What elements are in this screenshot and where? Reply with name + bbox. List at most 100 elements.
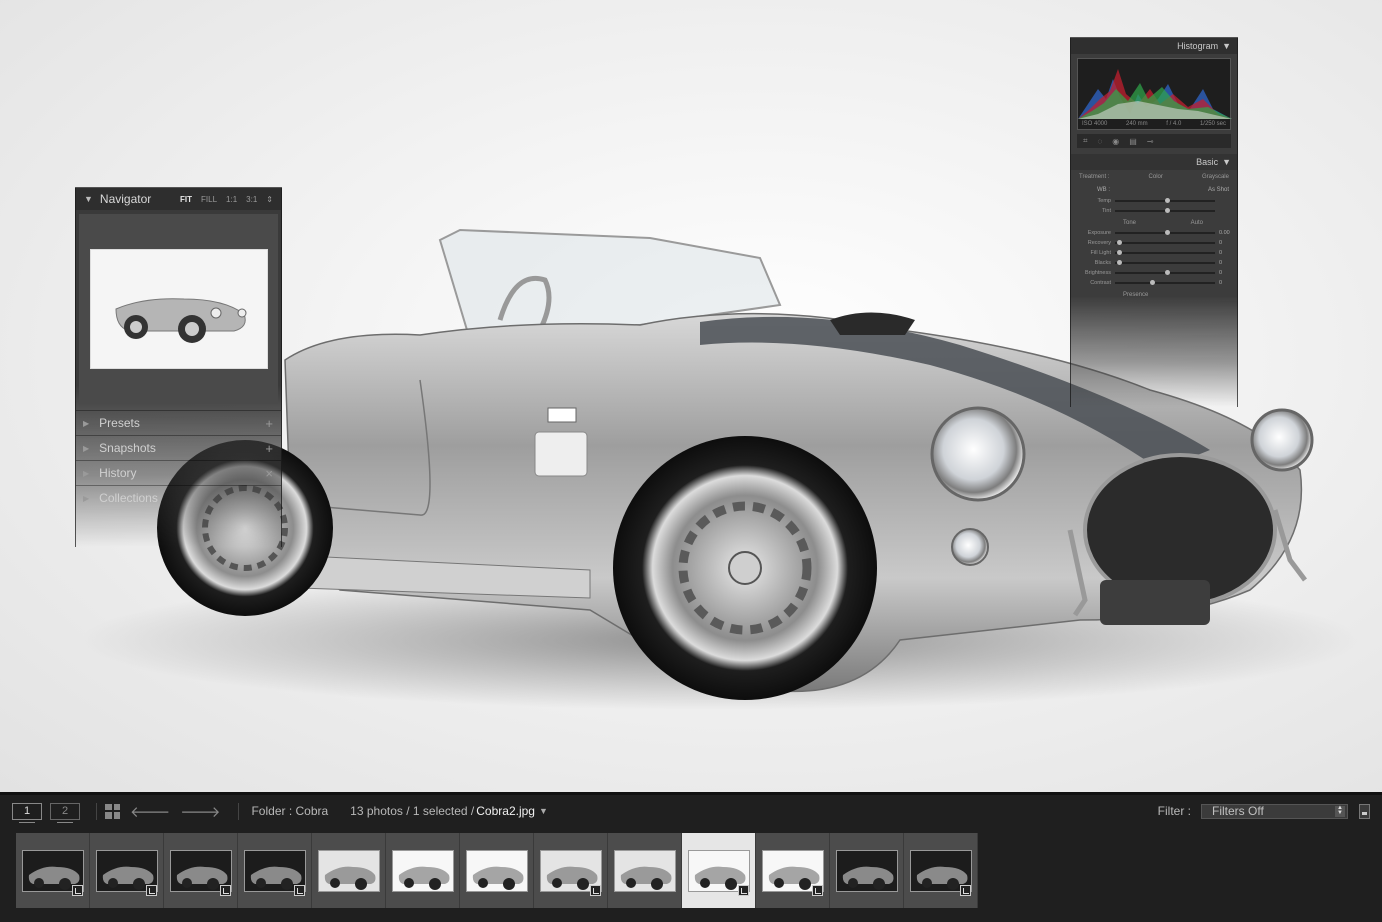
navigator-header[interactable]: ▼ Navigator FIT FILL 1:1 3:1 ⇕: [76, 188, 281, 210]
collapse-triangle-icon[interactable]: ▼: [1222, 157, 1231, 167]
slider-track[interactable]: [1115, 260, 1215, 265]
section-snapshots[interactable]: ▶ Snapshots +: [76, 435, 281, 460]
section-history[interactable]: ▶ History ×: [76, 460, 281, 485]
slider-value[interactable]: 0.00: [1219, 230, 1230, 236]
filmstrip-cell[interactable]: [90, 833, 164, 908]
filmstrip-cell[interactable]: [830, 833, 904, 908]
slider-track[interactable]: [1115, 250, 1215, 255]
slider-track[interactable]: [1115, 230, 1215, 235]
filmstrip-cell[interactable]: [904, 833, 978, 908]
slider-knob[interactable]: [1117, 260, 1122, 265]
filmstrip-toggle-button[interactable]: [1359, 803, 1370, 819]
treatment-color[interactable]: Color: [1149, 174, 1163, 180]
filmstrip-cell[interactable]: [386, 833, 460, 908]
slider-label: Tint: [1102, 208, 1111, 214]
slider-track[interactable]: [1115, 208, 1215, 213]
thumbnail-image: [472, 866, 523, 890]
graduated-filter-icon[interactable]: ▤: [1129, 137, 1137, 146]
exif-info: ISO 4000 240 mm f / 4.0 1/250 sec: [1082, 121, 1226, 127]
presence-row: Presence: [1071, 288, 1237, 300]
spot-removal-icon[interactable]: ◌: [1098, 137, 1103, 146]
slider-track[interactable]: [1115, 280, 1215, 285]
filmstrip-cell[interactable]: [682, 833, 756, 908]
filmstrip-cell[interactable]: [608, 833, 682, 908]
photo-thumbnail[interactable]: [465, 849, 528, 892]
slider-row: Contrast 0: [1071, 278, 1237, 288]
slider-knob[interactable]: [1117, 250, 1122, 255]
slider-value[interactable]: 0: [1219, 250, 1229, 256]
filename-dropdown-icon[interactable]: ▼: [539, 806, 548, 816]
auto-tone-button[interactable]: Auto: [1191, 220, 1203, 226]
back-arrow-icon[interactable]: 🡐: [130, 802, 170, 821]
slider-track[interactable]: [1115, 198, 1215, 203]
primary-display-button[interactable]: 1: [12, 802, 42, 823]
photo-thumbnail[interactable]: [391, 849, 454, 892]
filmstrip-cell[interactable]: [460, 833, 534, 908]
slider-value[interactable]: 0: [1219, 280, 1229, 286]
crop-tool-icon[interactable]: ⌗: [1083, 136, 1088, 146]
slider-knob[interactable]: [1150, 280, 1155, 285]
presence-label: Presence: [1123, 292, 1149, 298]
histogram-header[interactable]: Histogram ▼: [1071, 38, 1237, 54]
histogram: ISO 4000 240 mm f / 4.0 1/250 sec: [1077, 58, 1232, 130]
photo-thumbnail[interactable]: [317, 849, 380, 892]
zoom-stepper-icon[interactable]: ⇕: [266, 195, 273, 204]
slider-row: Brightness 0: [1071, 268, 1237, 278]
secondary-display-button[interactable]: 2: [50, 802, 80, 823]
filmstrip-cell[interactable]: [16, 833, 90, 908]
section-presets[interactable]: ▶ Presets +: [76, 410, 281, 435]
slider-row: Temp: [1071, 196, 1237, 206]
focal-length: 240 mm: [1125, 121, 1148, 127]
navigator-preview-area[interactable]: [79, 214, 278, 404]
slider-track[interactable]: [1115, 270, 1215, 275]
zoom-fit[interactable]: FIT: [180, 195, 192, 204]
forward-arrow-icon[interactable]: 🡒: [180, 802, 220, 821]
slider-knob[interactable]: [1165, 270, 1170, 275]
photo-thumbnail[interactable]: [835, 849, 898, 892]
tone-row: Tone Auto: [1071, 216, 1237, 228]
zoom-3-1[interactable]: 3:1: [246, 195, 257, 204]
basic-header[interactable]: Basic ▼: [1071, 154, 1237, 170]
add-preset-icon[interactable]: +: [265, 416, 273, 431]
filmstrip-cell[interactable]: [312, 833, 386, 908]
slider-label: Temp: [1097, 198, 1111, 204]
wb-select[interactable]: As Shot: [1208, 187, 1229, 193]
develop-settings-badge-icon: [72, 885, 83, 896]
tone-label: Tone: [1123, 220, 1137, 226]
selected-filename[interactable]: Cobra2.jpg: [476, 804, 535, 818]
select-stepper-icon: ▲ ▼: [1335, 805, 1345, 817]
slider-label: Blacks: [1094, 260, 1111, 266]
slider-value[interactable]: 0: [1219, 270, 1229, 276]
filmstrip-cell[interactable]: [534, 833, 608, 908]
filter-select[interactable]: Filters Off ▲ ▼: [1201, 803, 1348, 819]
treatment-grayscale[interactable]: Grayscale: [1202, 174, 1229, 180]
slider-knob[interactable]: [1117, 240, 1122, 245]
slider-track[interactable]: [1115, 240, 1215, 245]
clear-history-icon[interactable]: ×: [265, 466, 273, 481]
slider-knob[interactable]: [1165, 198, 1170, 203]
develop-settings-badge-icon: [146, 885, 157, 896]
navigator-preview[interactable]: [89, 249, 268, 369]
folder-label[interactable]: Folder : Cobra: [251, 804, 328, 818]
slider-row: Recovery 0: [1071, 238, 1237, 248]
section-collections[interactable]: ▶ Collections: [76, 485, 281, 510]
photo-thumbnail[interactable]: [613, 849, 676, 892]
add-snapshot-icon[interactable]: +: [265, 441, 273, 456]
filmstrip-cell[interactable]: [756, 833, 830, 908]
red-eye-icon[interactable]: ◉: [1112, 137, 1119, 146]
slider-knob[interactable]: [1165, 208, 1170, 213]
filmstrip-cell[interactable]: [238, 833, 312, 908]
section-label: History: [99, 466, 137, 480]
grid-view-icon[interactable]: [105, 803, 120, 819]
slider-knob[interactable]: [1165, 230, 1170, 235]
expand-triangle-icon: ▶: [83, 493, 90, 503]
collapse-triangle-icon[interactable]: ▼: [1222, 41, 1231, 51]
collapse-triangle-icon[interactable]: ▼: [84, 194, 93, 204]
zoom-fill[interactable]: FILL: [201, 195, 217, 204]
filmstrip-cell[interactable]: [164, 833, 238, 908]
zoom-1-1[interactable]: 1:1: [226, 195, 237, 204]
slider-value[interactable]: 0: [1219, 260, 1229, 266]
adjustment-brush-icon[interactable]: ⊸: [1147, 137, 1154, 146]
histogram-title: Histogram: [1177, 41, 1219, 51]
slider-value[interactable]: 0: [1219, 240, 1229, 246]
